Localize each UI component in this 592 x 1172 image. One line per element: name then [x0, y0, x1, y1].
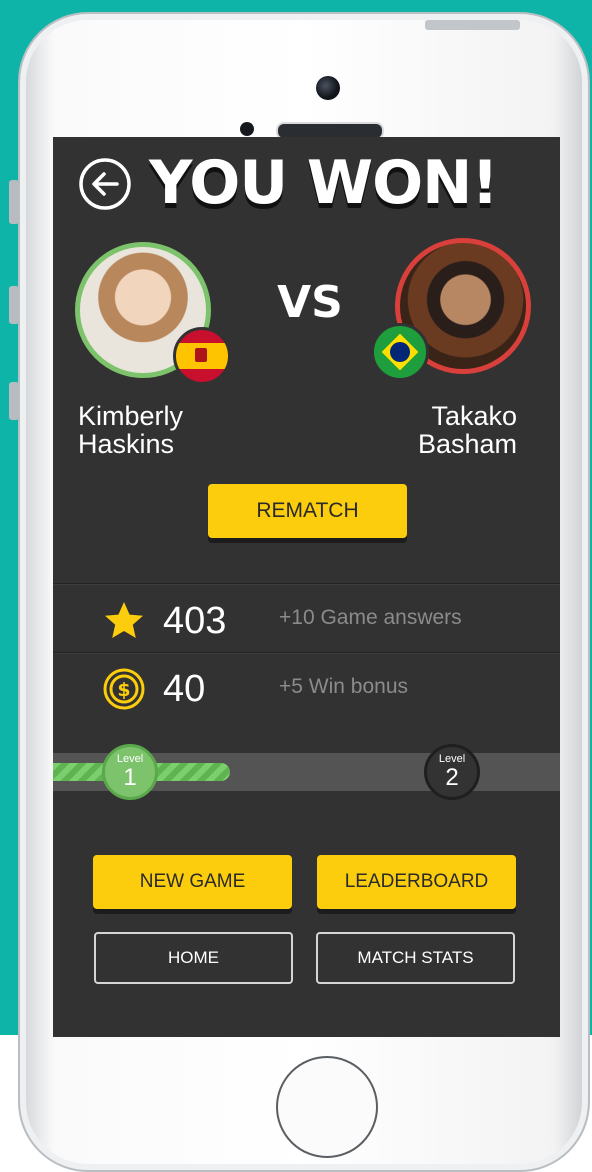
star-icon [105, 602, 143, 638]
player1-last-name: Haskins [78, 429, 175, 459]
points-description: +10 Game answers [279, 606, 462, 629]
rematch-button[interactable]: REMATCH [208, 484, 407, 538]
points-value: 403 [163, 600, 227, 642]
proximity-sensor [240, 122, 254, 136]
coins-value: 40 [163, 668, 206, 710]
next-level-badge: Level 2 [424, 744, 480, 800]
player2-last-name: Basham [417, 429, 517, 459]
back-arrow-icon[interactable] [77, 156, 133, 212]
coin-icon: $ [103, 668, 145, 710]
front-camera [316, 76, 340, 100]
divider [53, 583, 560, 584]
match-stats-button[interactable]: MATCH STATS [316, 932, 515, 984]
game-result-screen: YOU WON! VS Kimberly Haskins Takako Bash… [53, 137, 560, 1037]
svg-text:$: $ [117, 679, 130, 701]
current-level-number: 1 [123, 764, 137, 791]
spain-flag-icon [173, 327, 231, 385]
leaderboard-button[interactable]: LEADERBOARD [317, 855, 516, 909]
current-level-badge: Level 1 [102, 744, 158, 800]
player2-first-name: Takako [431, 401, 517, 431]
volume-down-button [9, 382, 19, 420]
player1-name: Kimberly Haskins [78, 402, 183, 458]
brazil-flag-icon [371, 323, 429, 381]
player2-name: Takako Basham [418, 402, 517, 458]
new-game-button[interactable]: NEW GAME [93, 855, 292, 909]
versus-label: VS [277, 277, 343, 328]
home-hardware-button[interactable] [276, 1056, 378, 1158]
page-title: YOU WON! [149, 148, 499, 218]
mute-switch [9, 180, 19, 224]
home-button[interactable]: HOME [94, 932, 293, 984]
power-button [425, 20, 520, 30]
next-level-number: 2 [445, 764, 459, 791]
divider [53, 652, 560, 653]
coins-description: +5 Win bonus [279, 675, 408, 698]
player1-first-name: Kimberly [78, 401, 184, 431]
volume-up-button [9, 286, 19, 324]
